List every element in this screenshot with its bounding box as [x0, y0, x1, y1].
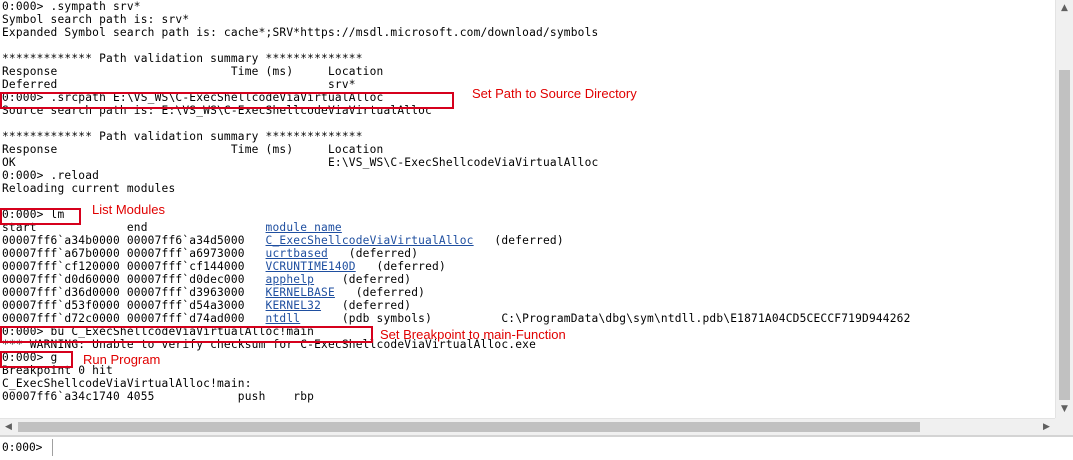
output-line: Deferred srv*	[2, 78, 356, 91]
output-text: Response Time (ms) Location	[2, 143, 384, 156]
output-line: 00007fff`cf120000 00007fff`cf144000 VCRU…	[2, 260, 446, 273]
scroll-down-arrow-icon[interactable]: ▼	[1056, 401, 1073, 418]
output-text: 00007fff`cf120000 00007fff`cf144000	[2, 260, 266, 273]
output-line: Expanded Symbol search path is: cache*;S…	[2, 26, 598, 39]
output-text: (deferred)	[321, 299, 412, 312]
output-text: OK E:\VS_WS\C-ExecShellcodeViaVirtualAll…	[2, 156, 599, 169]
command-bar: 0:000>	[0, 435, 1073, 460]
module-link[interactable]: C_ExecShellcodeViaVirtualAlloc	[266, 234, 474, 247]
output-text: C_ExecShellcodeViaVirtualAlloc!main:	[2, 377, 252, 390]
scroll-left-arrow-icon[interactable]: ◀	[0, 419, 17, 435]
output-line: Response Time (ms) Location	[2, 143, 383, 156]
output-text: Expanded Symbol search path is: cache*;S…	[2, 26, 599, 39]
output-line: 00007fff`d36d0000 00007fff`d3963000 KERN…	[2, 286, 425, 299]
vertical-scrollbar[interactable]: ▲ ▼	[1055, 0, 1073, 418]
output-text: 0:000> .sympath srv*	[2, 0, 141, 13]
output-text: Deferred srv*	[2, 78, 356, 91]
module-link[interactable]: ucrtbased	[266, 247, 328, 260]
output-line: 00007fff`d0d60000 00007fff`d0dec000 apph…	[2, 273, 411, 286]
scrollbar-corner	[1055, 418, 1073, 435]
output-line: 0:000> .reload	[2, 169, 99, 182]
output-line: 00007ff6`a34b0000 00007ff6`a34d5000 C_Ex…	[2, 234, 564, 247]
output-line: 00007ff6`a34c1740 4055 push rbp	[2, 390, 314, 403]
module-link[interactable]: module name	[266, 221, 342, 234]
output-line: Reloading current modules	[2, 182, 175, 195]
scroll-right-arrow-icon[interactable]: ▶	[1038, 419, 1055, 435]
highlight-g-command	[0, 351, 73, 368]
output-text: Reloading current modules	[2, 182, 176, 195]
module-link[interactable]: ntdll	[266, 312, 301, 325]
output-text: 00007fff`d53f0000 00007fff`d54a3000	[2, 299, 266, 312]
highlight-srcpath-command	[0, 92, 454, 109]
output-text: 00007fff`a67b0000 00007fff`a6973000	[2, 247, 266, 260]
output-line: C_ExecShellcodeViaVirtualAlloc!main:	[2, 377, 252, 390]
output-text: ************* Path validation summary **…	[2, 130, 363, 143]
annotation-set-breakpoint: Set Breakpoint to main-Function	[380, 327, 566, 342]
output-line: OK E:\VS_WS\C-ExecShellcodeViaVirtualAll…	[2, 156, 598, 169]
horizontal-scrollbar[interactable]: ◀ ▶	[0, 418, 1055, 435]
output-line: ************* Path validation summary **…	[2, 52, 363, 65]
highlight-bu-command	[0, 326, 373, 343]
output-line: 00007fff`a67b0000 00007fff`a6973000 ucrt…	[2, 247, 418, 260]
output-text: 00007fff`d72c0000 00007fff`d74ad000	[2, 312, 266, 325]
output-line: Symbol search path is: srv*	[2, 13, 189, 26]
output-text: 00007fff`d36d0000 00007fff`d3963000	[2, 286, 266, 299]
vertical-scroll-thumb[interactable]	[1059, 70, 1070, 400]
command-output-pane[interactable]: 0:000> .sympath srv* Symbol search path i…	[0, 0, 1055, 418]
output-line: Response Time (ms) Location	[2, 65, 383, 78]
output-text: Response Time (ms) Location	[2, 65, 384, 78]
scroll-up-arrow-icon[interactable]: ▲	[1056, 0, 1073, 17]
output-text: (deferred)	[334, 286, 426, 299]
output-text: (deferred)	[314, 273, 412, 286]
output-line: 0:000> .sympath srv*	[2, 0, 141, 13]
command-prompt: 0:000>	[2, 441, 43, 454]
output-line: ************* Path validation summary **…	[2, 130, 363, 143]
highlight-lm-command	[0, 208, 81, 225]
annotation-list-modules: List Modules	[92, 202, 165, 217]
command-input[interactable]	[52, 439, 1071, 456]
output-text: 00007fff`d0d60000 00007fff`d0dec000	[2, 273, 266, 286]
output-line: 00007fff`d72c0000 00007fff`d74ad000 ntdl…	[2, 312, 911, 325]
annotation-run-program: Run Program	[83, 352, 161, 367]
output-line: 00007fff`d53f0000 00007fff`d54a3000 KERN…	[2, 299, 411, 312]
horizontal-scroll-thumb[interactable]	[18, 422, 920, 432]
output-text: (pdb symbols) C:\ProgramData\dbg\sym\ntd…	[300, 312, 911, 325]
module-link[interactable]: apphelp	[266, 273, 315, 286]
output-text: (deferred)	[327, 247, 419, 260]
module-link[interactable]: VCRUNTIME140D	[266, 260, 356, 273]
output-text: (deferred)	[473, 234, 564, 247]
output-text: Symbol search path is: srv*	[2, 13, 190, 26]
output-text: 0:000> .reload	[2, 169, 100, 182]
module-link[interactable]: KERNELBASE	[266, 286, 335, 299]
output-text: 00007ff6`a34c1740 4055 push rbp	[2, 390, 315, 403]
output-text: (deferred)	[355, 260, 446, 273]
annotation-set-path: Set Path to Source Directory	[472, 86, 637, 101]
module-link[interactable]: KERNEL32	[266, 299, 321, 312]
output-text: ************* Path validation summary **…	[2, 52, 363, 65]
output-text: 00007ff6`a34b0000 00007ff6`a34d5000	[2, 234, 266, 247]
